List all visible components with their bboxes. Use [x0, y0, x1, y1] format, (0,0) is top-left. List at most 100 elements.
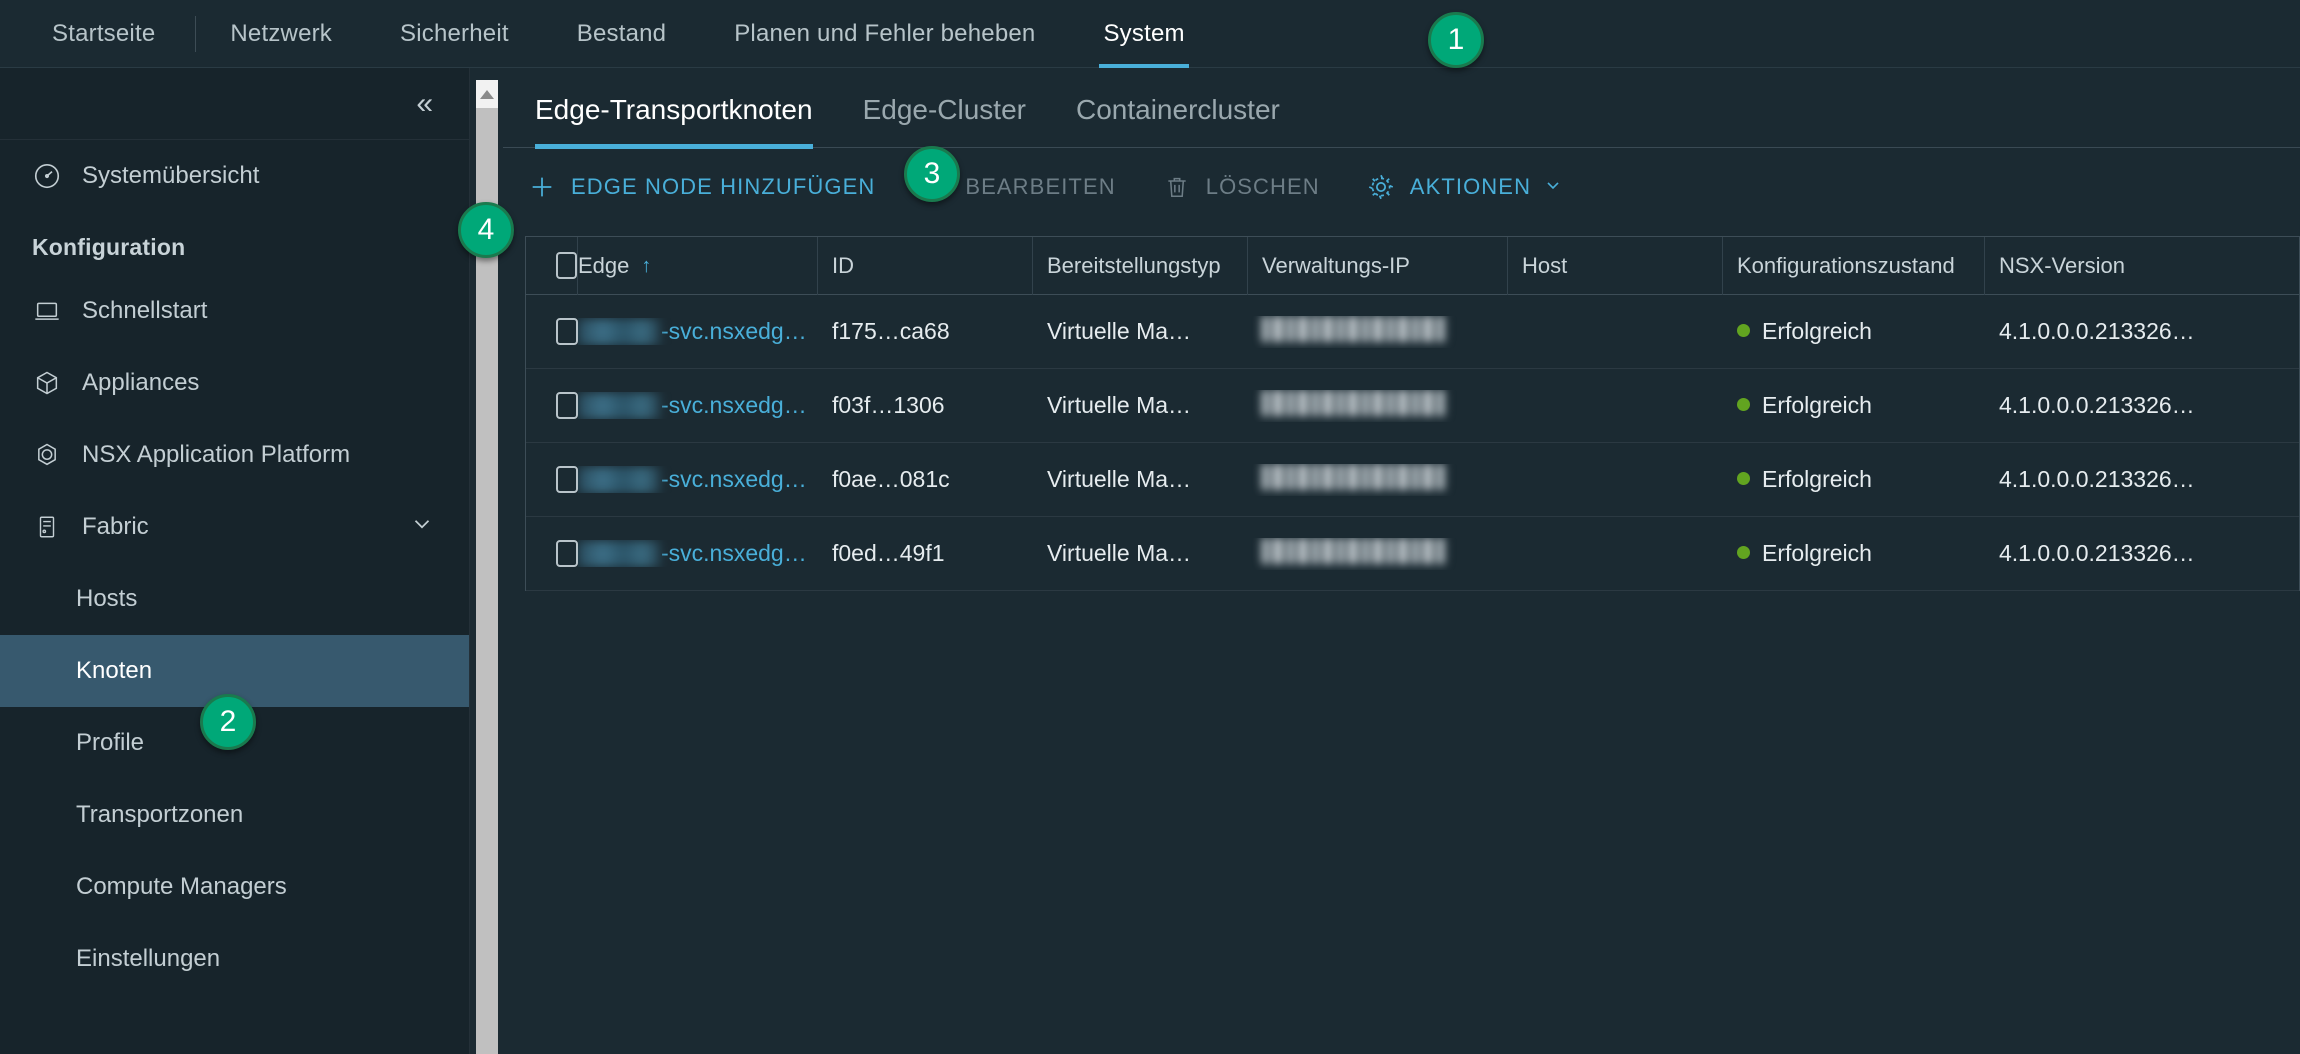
table-row[interactable]: -svc.nsxedg… f0ae…081c Virtuelle Ma… Erf…	[526, 443, 2299, 517]
sidebar-item-label: Transportzonen	[76, 801, 244, 828]
row-checkbox[interactable]	[556, 392, 578, 419]
table-row[interactable]: -svc.nsxedg… f03f…1306 Virtuelle Ma… Erf…	[526, 369, 2299, 443]
redacted-ip-address	[1262, 537, 1446, 564]
collapse-sidebar-icon[interactable]: «	[416, 88, 433, 119]
select-all-checkbox[interactable]	[556, 252, 577, 279]
select-all-header-cell	[526, 236, 578, 295]
sidebar-item-einstellungen[interactable]: Einstellungen	[0, 923, 469, 995]
cell-edge-name[interactable]: -svc.nsxedg…	[578, 466, 818, 494]
callout-badge-1: 1	[1428, 12, 1484, 68]
sidebar-item-nsx-application-platform[interactable]: NSX Application Platform	[0, 419, 469, 491]
column-header-edge[interactable]: Edge ↑	[578, 236, 818, 295]
cell-config-state: Erfolgreich	[1723, 392, 1985, 419]
row-select-cell	[526, 466, 578, 493]
cell-nsx-version: 4.1.0.0.0.213326…	[1999, 466, 2195, 492]
column-header-konfigurationszustand[interactable]: Konfigurationszustand	[1723, 236, 1985, 295]
sidebar-item-hosts[interactable]: Hosts	[0, 563, 469, 635]
column-header-host[interactable]: Host	[1508, 236, 1723, 295]
plus-icon	[525, 170, 559, 204]
status-badge: Erfolgreich	[1762, 392, 1872, 418]
cube-icon	[30, 366, 64, 400]
sidebar-item-transportzonen[interactable]: Transportzonen	[0, 779, 469, 851]
table-body: -svc.nsxedg… f175…ca68 Virtuelle Ma… Erf…	[526, 295, 2299, 591]
column-header-id[interactable]: ID	[818, 236, 1033, 295]
cell-deployment-type: Virtuelle Ma…	[1047, 540, 1192, 566]
table-row[interactable]: -svc.nsxedg… f175…ca68 Virtuelle Ma… Erf…	[526, 295, 2299, 369]
status-badge: Erfolgreich	[1762, 466, 1872, 492]
redacted-hostname-prefix	[578, 467, 660, 494]
sidebar-item-label: Profile	[76, 729, 145, 756]
top-nav-item-sicherheit[interactable]: Sicherheit	[366, 0, 543, 68]
subtab-bar: Edge-Transportknoten Edge-Cluster Contai…	[503, 68, 2300, 149]
add-edge-node-label: EDGE NODE HINZUFÜGEN	[571, 174, 876, 199]
cell-nsx-version: 4.1.0.0.0.213326…	[1999, 540, 2195, 566]
body-container: « Systemübersicht Konfiguration Schnells…	[0, 68, 2300, 1054]
actions-menu-button[interactable]: AKTIONEN	[1364, 170, 1563, 204]
scroll-up-button[interactable]	[476, 80, 498, 108]
cell-deployment-type: Virtuelle Ma…	[1047, 392, 1192, 418]
cell-edge-name[interactable]: -svc.nsxedg…	[578, 318, 818, 346]
sidebar-item-appliances[interactable]: Appliances	[0, 347, 469, 419]
sidebar-item-label: Appliances	[82, 369, 200, 396]
redacted-ip-address	[1262, 315, 1446, 342]
redacted-hostname-prefix	[578, 393, 660, 420]
column-header-nsx-version[interactable]: NSX-Version	[1985, 237, 2285, 295]
laptop-icon	[30, 294, 64, 328]
table-row[interactable]: -svc.nsxedg… f0ed…49f1 Virtuelle Ma… Erf…	[526, 517, 2299, 591]
sidebar-item-schnellstart[interactable]: Schnellstart	[0, 275, 469, 347]
redacted-ip-address	[1262, 389, 1446, 416]
cell-deployment-type: Virtuelle Ma…	[1047, 318, 1192, 344]
status-badge: Erfolgreich	[1762, 318, 1872, 344]
cell-id: f03f…1306	[832, 392, 945, 418]
row-select-cell	[526, 392, 578, 419]
edge-name-link[interactable]: -svc.nsxedg…	[661, 466, 807, 492]
top-nav-item-startseite[interactable]: Startseite	[14, 0, 195, 68]
table-header-row: Edge ↑ ID Bereitstellungstyp Verwaltungs…	[526, 236, 2299, 295]
edge-name-link[interactable]: -svc.nsxedg…	[661, 318, 807, 344]
triangle-up-icon	[480, 89, 494, 99]
callout-badge-3: 3	[904, 146, 960, 202]
subtab-containercluster[interactable]: Containercluster	[1076, 68, 1280, 148]
actions-label: AKTIONEN	[1409, 174, 1532, 199]
polygon-icon	[30, 438, 64, 472]
sidebar-item-compute-managers[interactable]: Compute Managers	[0, 851, 469, 923]
subtab-edge-cluster[interactable]: Edge-Cluster	[863, 68, 1026, 148]
top-nav-item-system[interactable]: System	[1069, 0, 1218, 68]
cell-edge-name[interactable]: -svc.nsxedg…	[578, 392, 818, 420]
add-edge-node-button[interactable]: EDGE NODE HINZUFÜGEN	[525, 170, 875, 204]
redacted-hostname-prefix	[578, 541, 660, 568]
status-dot-success-icon	[1737, 324, 1750, 338]
sidebar-item-systemuebersicht[interactable]: Systemübersicht	[0, 140, 469, 212]
sidebar-item-label: Einstellungen	[76, 945, 221, 972]
row-checkbox[interactable]	[556, 540, 578, 567]
chevron-down-icon	[1543, 175, 1563, 200]
rack-icon	[30, 510, 64, 544]
delete-button[interactable]: LÖSCHEN	[1160, 170, 1320, 204]
row-checkbox[interactable]	[556, 466, 578, 493]
column-header-verwaltungs-ip[interactable]: Verwaltungs-IP	[1248, 236, 1508, 295]
top-nav-item-planen-und-fehler-beheben[interactable]: Planen und Fehler beheben	[700, 0, 1069, 68]
sidebar-group-konfiguration: Konfiguration	[32, 234, 186, 260]
sidebar-item-label: Compute Managers	[76, 873, 287, 900]
cell-config-state: Erfolgreich	[1723, 318, 1985, 345]
top-nav-item-bestand[interactable]: Bestand	[543, 0, 700, 68]
main-content: Edge-Transportknoten Edge-Cluster Contai…	[470, 68, 2300, 1054]
callout-badge-2: 2	[200, 694, 256, 750]
edge-name-link[interactable]: -svc.nsxedg…	[661, 540, 807, 566]
top-nav-item-netzwerk[interactable]: Netzwerk	[196, 0, 366, 68]
sidebar-item-fabric[interactable]: Fabric	[0, 491, 469, 563]
edge-name-link[interactable]: -svc.nsxedg…	[661, 392, 807, 418]
row-select-cell	[526, 318, 578, 345]
sidebar-item-label: Systemübersicht	[82, 162, 260, 189]
cell-edge-name[interactable]: -svc.nsxedg…	[578, 540, 818, 568]
delete-label: LÖSCHEN	[1205, 174, 1320, 199]
row-checkbox[interactable]	[556, 318, 578, 345]
cell-id: f0ae…081c	[832, 466, 950, 492]
gauge-icon	[30, 159, 64, 193]
cell-id: f175…ca68	[832, 318, 950, 344]
column-header-bereitstellungstyp[interactable]: Bereitstellungstyp	[1033, 236, 1248, 295]
chevron-down-icon[interactable]	[409, 511, 435, 544]
callout-badge-4: 4	[458, 202, 514, 258]
subtab-edge-transportknoten[interactable]: Edge-Transportknoten	[535, 68, 813, 149]
sidebar: « Systemübersicht Konfiguration Schnells…	[0, 68, 503, 1054]
